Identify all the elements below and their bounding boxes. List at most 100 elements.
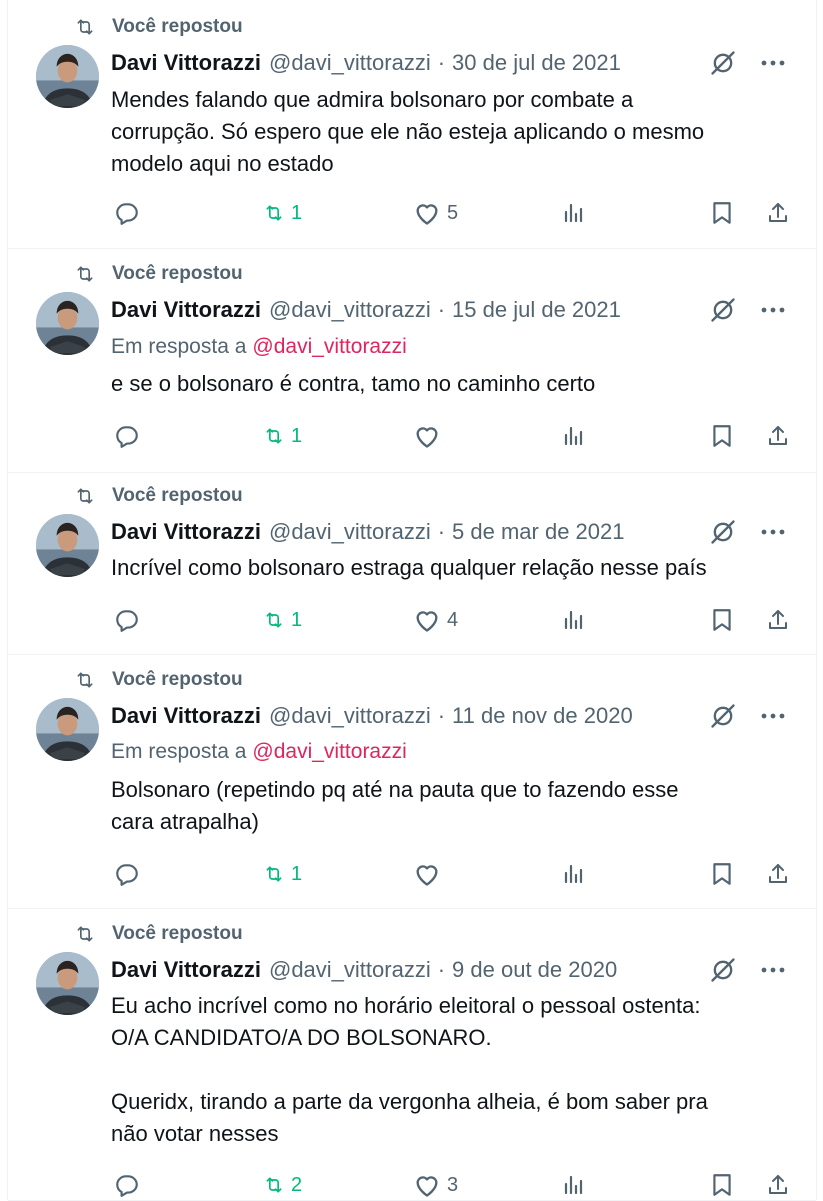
share-icon — [766, 1172, 790, 1198]
grok-icon[interactable] — [708, 955, 738, 985]
views-icon — [561, 423, 585, 449]
author-name[interactable]: Davi Vittorazzi — [111, 957, 261, 983]
tweet[interactable]: Você repostou Davi Vittorazzi @davi_vitto… — [8, 908, 816, 1201]
retweet-button[interactable]: 1 — [263, 605, 302, 635]
tweet-date[interactable]: 30 de jul de 2021 — [452, 50, 621, 76]
like-button[interactable] — [413, 421, 447, 451]
author-name[interactable]: Davi Vittorazzi — [111, 703, 261, 729]
more-icon[interactable] — [760, 955, 786, 985]
author-handle[interactable]: @davi_vittorazzi — [269, 703, 431, 729]
repost-icon — [74, 484, 100, 508]
bookmark-icon — [711, 607, 733, 633]
share-button[interactable] — [766, 198, 790, 228]
author-name[interactable]: Davi Vittorazzi — [111, 519, 261, 545]
author-handle[interactable]: @davi_vittorazzi — [269, 297, 431, 323]
separator-dot: · — [437, 297, 446, 322]
more-icon[interactable] — [760, 48, 786, 78]
bookmark-button[interactable] — [711, 198, 733, 228]
views-button[interactable] — [561, 605, 585, 635]
bookmark-button[interactable] — [711, 859, 733, 889]
reply-button[interactable] — [114, 198, 140, 228]
tweet-header: Davi Vittorazzi @davi_vittorazzi · 11 de no… — [111, 701, 786, 731]
bookmark-button[interactable] — [711, 1170, 733, 1200]
repost-icon — [263, 1175, 285, 1195]
like-button[interactable]: 4 — [413, 605, 458, 635]
reply-button[interactable] — [114, 1170, 140, 1200]
retweet-button[interactable]: 1 — [263, 859, 302, 889]
avatar[interactable] — [36, 952, 99, 1015]
repost-indicator: Você repostou — [74, 922, 243, 946]
views-button[interactable] — [561, 198, 585, 228]
tweet[interactable]: Você repostou Davi Vittorazzi @davi_vitto… — [8, 0, 816, 249]
bookmark-button[interactable] — [711, 421, 733, 451]
avatar[interactable] — [36, 45, 99, 108]
retweet-button-count: 2 — [291, 1173, 303, 1196]
more-icon[interactable] — [760, 295, 786, 325]
author-handle[interactable]: @davi_vittorazzi — [269, 957, 431, 983]
author-name[interactable]: Davi Vittorazzi — [111, 50, 261, 76]
avatar[interactable] — [36, 292, 99, 355]
more-icon[interactable] — [760, 701, 786, 731]
author-handle[interactable]: @davi_vittorazzi — [269, 50, 431, 76]
reply-mention-link[interactable]: @davi_vittorazzi — [252, 335, 406, 358]
tweet-date[interactable]: 15 de jul de 2021 — [452, 297, 621, 323]
reply-button[interactable] — [114, 859, 140, 889]
bookmark-button[interactable] — [711, 605, 733, 635]
grok-icon[interactable] — [708, 48, 738, 78]
like-button[interactable] — [413, 859, 447, 889]
tweet-header: Davi Vittorazzi @davi_vittorazzi · 30 de ju… — [111, 48, 786, 78]
tweet[interactable]: Você repostou Davi Vittorazzi @davi_vitto… — [8, 654, 816, 909]
repost-label: Você repostou — [112, 923, 243, 944]
share-button[interactable] — [766, 1170, 790, 1200]
retweet-button[interactable]: 1 — [263, 198, 302, 228]
separator-dot: · — [437, 957, 446, 982]
retweet-button[interactable]: 1 — [263, 421, 302, 451]
like-button[interactable]: 3 — [413, 1170, 458, 1200]
repost-icon — [74, 262, 100, 286]
author-name[interactable]: Davi Vittorazzi — [111, 297, 261, 323]
retweet-button[interactable]: 2 — [263, 1170, 302, 1200]
tweet-date[interactable]: 11 de nov de 2020 — [452, 703, 633, 729]
repost-icon — [263, 203, 285, 223]
views-icon — [561, 1172, 585, 1198]
tweet[interactable]: Você repostou Davi Vittorazzi @davi_vitto… — [8, 472, 816, 655]
repost-label: Você repostou — [112, 669, 243, 690]
reply-button[interactable] — [114, 605, 140, 635]
repost-label: Você repostou — [112, 485, 243, 506]
views-button[interactable] — [561, 1170, 585, 1200]
share-button[interactable] — [766, 859, 790, 889]
bookmark-icon — [711, 861, 733, 887]
author-handle[interactable]: @davi_vittorazzi — [269, 519, 431, 545]
reply-mention-link[interactable]: @davi_vittorazzi — [252, 740, 406, 763]
avatar[interactable] — [36, 698, 99, 761]
tweet-text: Bolsonaro (repetindo pq até na pauta que… — [111, 777, 679, 834]
separator-dot: · — [437, 519, 446, 544]
share-button[interactable] — [766, 421, 790, 451]
retweet-button-count: 1 — [291, 608, 303, 631]
tweet-date[interactable]: 5 de mar de 2021 — [452, 519, 624, 545]
reply-button[interactable] — [114, 421, 140, 451]
like-icon — [413, 200, 441, 226]
bookmark-icon — [711, 423, 733, 449]
grok-icon[interactable] — [708, 701, 738, 731]
grok-icon[interactable] — [708, 295, 738, 325]
tweet-actions: 1 — [111, 421, 791, 451]
like-icon — [413, 1172, 441, 1198]
grok-icon[interactable] — [708, 517, 738, 547]
views-button[interactable] — [561, 859, 585, 889]
avatar[interactable] — [36, 514, 99, 577]
tweet-text: Incrível como bolsonaro estraga qualquer… — [111, 555, 707, 580]
reply-prefix: Em resposta a — [111, 740, 247, 763]
views-button[interactable] — [561, 421, 585, 451]
like-button[interactable]: 5 — [413, 198, 458, 228]
share-button[interactable] — [766, 605, 790, 635]
reply-icon — [114, 1172, 140, 1198]
tweet-date[interactable]: 9 de out de 2020 — [452, 957, 617, 983]
reply-context: Em resposta a @davi_vittorazzi — [111, 335, 407, 359]
more-icon[interactable] — [760, 517, 786, 547]
tweet[interactable]: Você repostou Davi Vittorazzi @davi_vitto… — [8, 248, 816, 473]
like-button-count: 5 — [447, 201, 459, 224]
share-icon — [766, 423, 790, 449]
retweet-button-count: 1 — [291, 862, 303, 885]
like-button-count: 3 — [447, 1173, 459, 1196]
